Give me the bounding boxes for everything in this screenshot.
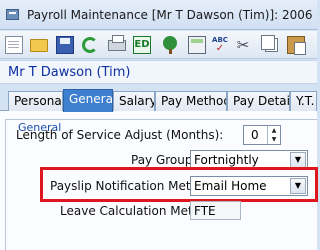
tab-personal[interactable]: Personal xyxy=(8,91,63,111)
refresh-icon[interactable] xyxy=(82,37,98,53)
tab-pay-details[interactable]: Pay Details xyxy=(227,91,290,111)
length-of-service-spinner[interactable]: 0 ▲ ▼ xyxy=(243,125,281,145)
tab-general[interactable]: General xyxy=(63,89,113,112)
spellcheck-icon[interactable]: ABC xyxy=(211,36,229,54)
spin-up-icon[interactable]: ▲ xyxy=(268,126,280,135)
print-icon[interactable] xyxy=(108,35,126,51)
employee-header: Mr T Dawson (Tim) xyxy=(0,60,317,84)
open-folder-icon[interactable] xyxy=(30,39,48,52)
app-window-icon xyxy=(6,9,19,20)
tab-pay-methods[interactable]: Pay Methods xyxy=(155,91,227,111)
paste-icon[interactable] xyxy=(287,36,306,55)
window-title: Payroll Maintenance [Mr T Dawson (Tim)]:… xyxy=(27,8,313,22)
toolbar: ED ABC ✂ xyxy=(0,31,317,59)
length-of-service-label: Length of Service Adjust (Months): xyxy=(16,128,224,142)
cut-icon[interactable]: ✂ xyxy=(234,36,252,54)
calculator-icon[interactable] xyxy=(188,36,206,54)
length-of-service-value[interactable]: 0 xyxy=(251,128,259,142)
chevron-down-icon[interactable]: ▼ xyxy=(290,152,306,168)
pay-group-label: Pay Group: xyxy=(131,153,197,167)
copy-icon[interactable] xyxy=(261,35,278,52)
title-bar: Payroll Maintenance [Mr T Dawson (Tim)]:… xyxy=(0,0,317,30)
spin-down-icon[interactable]: ▼ xyxy=(268,135,280,144)
leave-calc-value: FTE xyxy=(194,204,216,218)
spinner-buttons: ▲ ▼ xyxy=(267,126,280,144)
tree-icon[interactable] xyxy=(163,36,177,54)
highlight-box xyxy=(40,167,318,202)
pay-group-value: Fortnightly xyxy=(194,153,259,167)
new-icon[interactable] xyxy=(5,36,23,54)
ed-icon[interactable]: ED xyxy=(133,36,151,54)
employee-name: Mr T Dawson (Tim) xyxy=(8,65,131,80)
save-icon[interactable] xyxy=(56,36,74,54)
tab-ytd[interactable]: Y.T. xyxy=(290,91,317,111)
tab-strip: Personal General Salary Pay Methods Pay … xyxy=(0,89,317,112)
tab-salary[interactable]: Salary xyxy=(113,91,155,111)
leave-calc-field: FTE xyxy=(190,201,241,220)
